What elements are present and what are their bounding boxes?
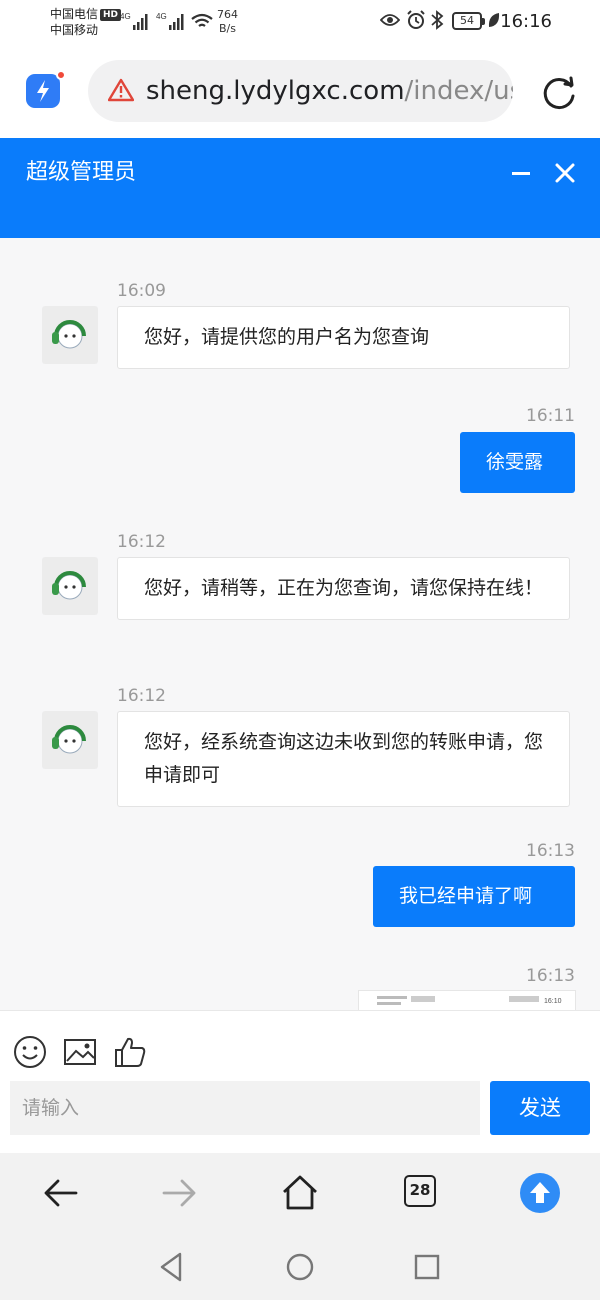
- home-icon[interactable]: [280, 1173, 320, 1213]
- thumbs-up-icon[interactable]: [113, 1035, 147, 1069]
- lightning-icon: [37, 80, 49, 102]
- message-input[interactable]: [10, 1081, 480, 1135]
- signal-icon: 4G: [120, 12, 148, 30]
- system-nav-bar: [0, 1235, 600, 1300]
- url-host: sheng.lydylgxc.com: [146, 76, 405, 106]
- user-image-message[interactable]: 16:10: [358, 990, 576, 1010]
- forward-arrow-icon[interactable]: [160, 1173, 200, 1213]
- notification-dot: [56, 70, 66, 80]
- hd-badge: HD: [100, 9, 122, 21]
- url-field[interactable]: sheng.lydylgxc.com/index/use: [88, 60, 513, 122]
- chat-header: 超级管理员: [0, 138, 600, 238]
- alarm-icon: [407, 10, 425, 29]
- battery-icon: 54: [452, 12, 485, 30]
- agent-message-bubble: 您好，经系统查询这边未收到您的转账申请，您申请即可: [117, 711, 570, 807]
- leaf-icon: [488, 13, 500, 27]
- carrier-1: 中国电信: [50, 7, 99, 21]
- agent-message-bubble: 您好，请稍等，正在为您查询，请您保持在线！: [117, 557, 570, 620]
- network-2-label: 4G: [156, 12, 167, 21]
- signal-icon-2: 4G: [156, 12, 184, 30]
- carrier-2: 中国移动: [50, 23, 99, 37]
- message-time: 16:09: [117, 281, 166, 301]
- agent-avatar: [42, 306, 98, 364]
- eye-icon: [380, 14, 400, 26]
- emoji-icon[interactable]: [13, 1035, 47, 1069]
- up-arrow-icon: [530, 1182, 550, 1203]
- net-speed-value: 764: [217, 8, 238, 21]
- status-time: 16:16: [500, 11, 552, 32]
- thumb-time: 16:10: [544, 998, 562, 1005]
- upload-button[interactable]: [520, 1173, 560, 1213]
- message-time: 16:12: [117, 686, 166, 706]
- url-path: /index/use: [404, 76, 513, 106]
- browser-toolbar: 28: [0, 1153, 600, 1235]
- nav-home-icon[interactable]: [282, 1249, 318, 1285]
- message-composer: 发送: [0, 1010, 600, 1153]
- back-arrow-icon[interactable]: [40, 1173, 80, 1213]
- message-time: 16:12: [117, 532, 166, 552]
- minimize-icon[interactable]: [506, 158, 536, 188]
- agent-avatar-icon: [52, 571, 86, 600]
- reload-icon[interactable]: [540, 74, 578, 112]
- wifi-icon: [191, 13, 213, 27]
- tabs-button[interactable]: 28: [404, 1175, 436, 1207]
- bluetooth-icon: [431, 10, 444, 30]
- agent-message-bubble: 您好，请提供您的用户名为您查询: [117, 306, 570, 369]
- nav-back-icon[interactable]: [154, 1249, 190, 1285]
- user-message-bubble: 我已经申请了啊: [373, 866, 575, 927]
- message-time: 16:13: [526, 966, 575, 986]
- net-speed-unit: B/s: [219, 22, 236, 35]
- send-button[interactable]: 发送: [490, 1081, 590, 1135]
- status-bar: 中国电信 HD 中国移动 4G 4G 764 B/s 54 16:16: [0, 0, 600, 46]
- agent-avatar-icon: [52, 320, 86, 349]
- warning-icon: [108, 78, 134, 102]
- close-icon[interactable]: [550, 158, 580, 188]
- chat-title: 超级管理员: [26, 160, 137, 185]
- network-1-label: 4G: [120, 12, 131, 21]
- message-time: 16:13: [526, 841, 575, 861]
- message-time: 16:11: [526, 406, 575, 426]
- agent-avatar: [42, 711, 98, 769]
- browser-app-icon[interactable]: [26, 74, 60, 108]
- message-list[interactable]: 16:09 您好，请提供您的用户名为您查询 16:11 徐雯露 16:12 您好…: [0, 238, 600, 1010]
- url-text: sheng.lydylgxc.com/index/use: [146, 74, 513, 108]
- agent-avatar-icon: [52, 725, 86, 754]
- user-message-bubble: 徐雯露: [460, 432, 575, 493]
- carrier-info: 中国电信 HD 中国移动: [50, 6, 122, 38]
- screenshot-thumbnail: 16:10: [377, 996, 562, 1005]
- nav-recents-icon[interactable]: [409, 1249, 445, 1285]
- image-icon[interactable]: [63, 1035, 97, 1069]
- browser-address-bar: sheng.lydylgxc.com/index/use: [0, 46, 600, 138]
- net-speed: 764 B/s: [217, 8, 238, 36]
- agent-avatar: [42, 557, 98, 615]
